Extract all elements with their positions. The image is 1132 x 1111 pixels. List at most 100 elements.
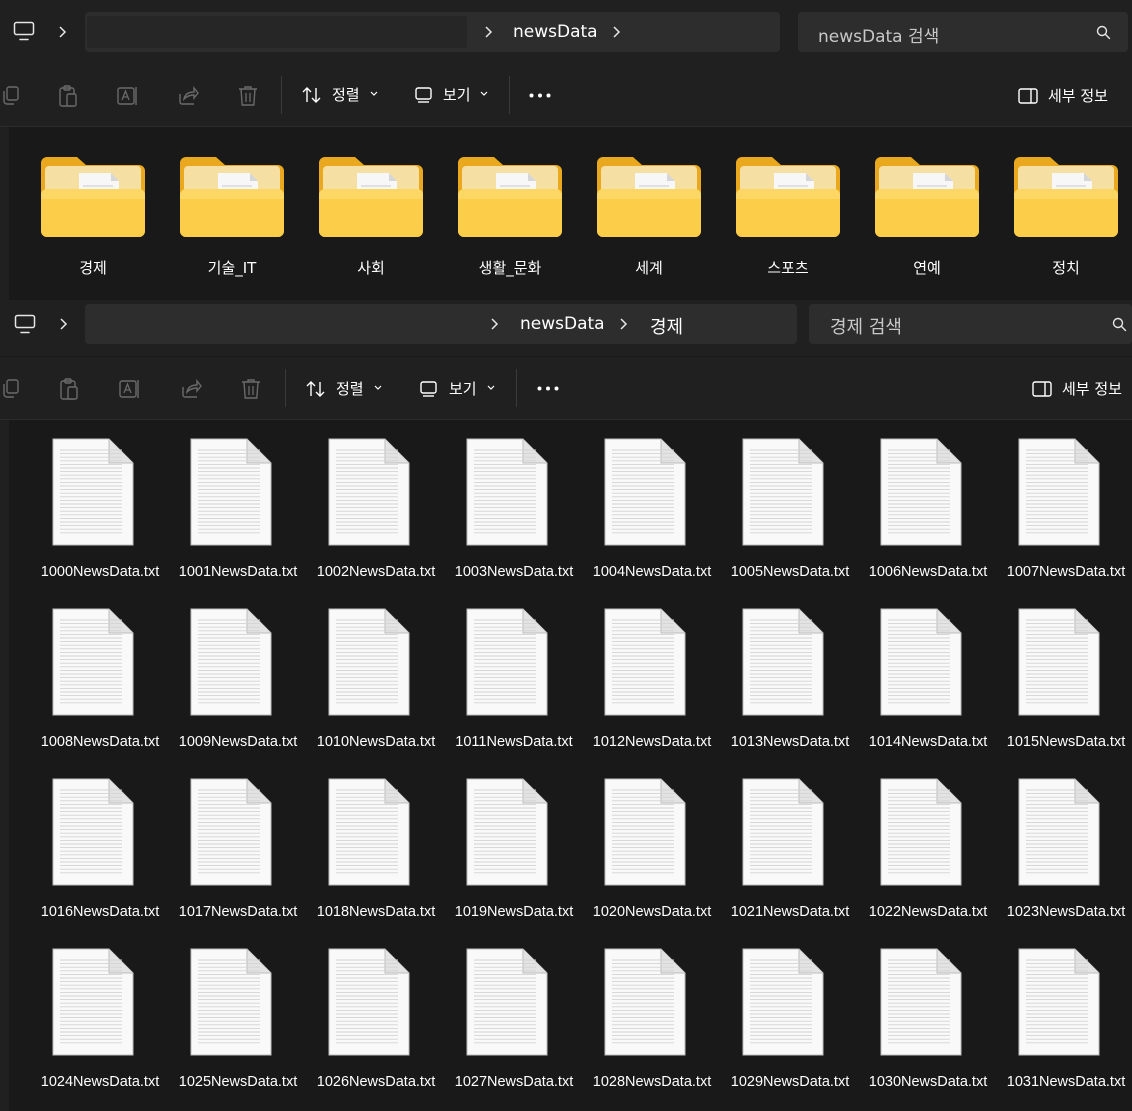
file-item[interactable]: 1021NewsData.txt [728, 778, 852, 946]
folder-item[interactable]: 기술_IT [167, 149, 297, 289]
file-item[interactable]: 1005NewsData.txt [728, 438, 852, 606]
search-input[interactable]: newsData 검색 [798, 12, 1128, 52]
sort-button[interactable]: 정렬 [300, 82, 390, 108]
folder-item[interactable]: 정치 [1001, 149, 1131, 289]
folder-label: 사회 [357, 259, 385, 277]
chevron-right-icon[interactable] [489, 318, 499, 330]
share-icon[interactable] [177, 86, 199, 106]
file-item[interactable]: 1002NewsData.txt [314, 438, 438, 606]
folder-item[interactable]: 세계 [584, 149, 714, 289]
text-file-icon [466, 778, 548, 886]
delete-icon[interactable] [241, 378, 261, 400]
chevron-right-icon[interactable] [483, 26, 493, 38]
sort-label: 정렬 [336, 380, 364, 398]
file-item[interactable]: 1019NewsData.txt [452, 778, 576, 946]
computer-icon[interactable] [13, 21, 35, 41]
file-name: 1026NewsData.txt [316, 1074, 436, 1090]
folder-label: 스포츠 [767, 259, 809, 277]
file-item[interactable]: 1031NewsData.txt [1004, 948, 1128, 1111]
paste-icon[interactable] [58, 84, 78, 108]
text-file-icon [604, 608, 686, 716]
folder-view: 경제 기술_IT 사회 생활_문화 세계 스포츠 연예 정치 [0, 127, 1132, 300]
more-icon[interactable] [537, 386, 559, 391]
folder-item[interactable]: 생활_문화 [445, 149, 575, 289]
search-icon[interactable] [1112, 317, 1127, 332]
file-item[interactable]: 1013NewsData.txt [728, 608, 852, 776]
file-item[interactable]: 1030NewsData.txt [866, 948, 990, 1111]
paste-icon[interactable] [59, 377, 79, 401]
more-icon[interactable] [529, 93, 551, 98]
rename-icon[interactable] [117, 85, 139, 107]
file-name: 1009NewsData.txt [178, 734, 298, 750]
file-item[interactable]: 1020NewsData.txt [590, 778, 714, 946]
text-file-icon [742, 438, 824, 546]
view-label: 보기 [443, 86, 471, 104]
file-item[interactable]: 1022NewsData.txt [866, 778, 990, 946]
copy-icon[interactable] [2, 86, 20, 106]
text-file-icon [52, 438, 134, 546]
file-item[interactable]: 1009NewsData.txt [176, 608, 300, 776]
address-field[interactable]: newsData 경제 [85, 304, 797, 344]
view-button[interactable]: 보기 [413, 82, 503, 108]
file-item[interactable]: 1014NewsData.txt [866, 608, 990, 776]
text-file-icon [1018, 778, 1100, 886]
delete-icon[interactable] [238, 85, 258, 107]
file-item[interactable]: 1018NewsData.txt [314, 778, 438, 946]
address-bar: newsData newsData 검색 [0, 0, 1132, 64]
breadcrumb-current[interactable]: 경제 [650, 313, 683, 339]
search-icon[interactable] [1096, 25, 1111, 40]
file-name: 1002NewsData.txt [316, 564, 436, 580]
folder-item[interactable]: 경제 [28, 149, 158, 289]
folder-icon [873, 153, 981, 239]
folder-item[interactable]: 연예 [862, 149, 992, 289]
computer-icon[interactable] [14, 314, 36, 334]
search-input[interactable]: 경제 검색 [809, 304, 1132, 344]
file-item[interactable]: 1007NewsData.txt [1004, 438, 1128, 606]
chevron-right-icon[interactable] [57, 26, 67, 38]
details-pane-button[interactable]: 세부 정보 [1030, 377, 1130, 401]
breadcrumb-hidden-segment[interactable] [87, 16, 467, 48]
file-name: 1017NewsData.txt [178, 904, 298, 920]
details-pane-icon [1018, 88, 1038, 104]
address-field[interactable]: newsData [85, 12, 780, 52]
chevron-right-icon[interactable] [618, 318, 628, 330]
file-item[interactable]: 1023NewsData.txt [1004, 778, 1128, 946]
view-button[interactable]: 보기 [419, 376, 509, 402]
breadcrumb-newsdata[interactable]: newsData [520, 314, 605, 334]
file-item[interactable]: 1008NewsData.txt [38, 608, 162, 776]
file-item[interactable]: 1004NewsData.txt [590, 438, 714, 606]
file-item[interactable]: 1012NewsData.txt [590, 608, 714, 776]
folder-icon [317, 153, 425, 239]
chevron-right-icon[interactable] [58, 318, 68, 330]
file-item[interactable]: 1015NewsData.txt [1004, 608, 1128, 776]
copy-icon[interactable] [2, 379, 20, 399]
navigation-pane-edge [0, 420, 9, 1111]
file-name: 1011NewsData.txt [455, 734, 573, 750]
text-file-icon [190, 778, 272, 886]
file-view: 1000NewsData.txt 1001NewsData.txt 1002News… [0, 420, 1132, 1111]
file-item[interactable]: 1017NewsData.txt [176, 778, 300, 946]
folder-item[interactable]: 스포츠 [723, 149, 853, 289]
toolbar-separator [281, 76, 282, 114]
file-item[interactable]: 1024NewsData.txt [38, 948, 162, 1111]
file-item[interactable]: 1016NewsData.txt [38, 778, 162, 946]
rename-icon[interactable] [119, 378, 141, 400]
file-item[interactable]: 1001NewsData.txt [176, 438, 300, 606]
share-icon[interactable] [180, 379, 202, 399]
file-item[interactable]: 1003NewsData.txt [452, 438, 576, 606]
file-item[interactable]: 1029NewsData.txt [728, 948, 852, 1111]
file-item[interactable]: 1011NewsData.txt [452, 608, 576, 776]
text-file-icon [880, 608, 962, 716]
file-item[interactable]: 1010NewsData.txt [314, 608, 438, 776]
file-item[interactable]: 1027NewsData.txt [452, 948, 576, 1111]
chevron-right-icon[interactable] [611, 26, 621, 38]
file-item[interactable]: 1000NewsData.txt [38, 438, 162, 606]
breadcrumb-newsdata[interactable]: newsData [513, 22, 598, 42]
file-item[interactable]: 1028NewsData.txt [590, 948, 714, 1111]
file-item[interactable]: 1026NewsData.txt [314, 948, 438, 1111]
folder-item[interactable]: 사회 [306, 149, 436, 289]
file-item[interactable]: 1006NewsData.txt [866, 438, 990, 606]
file-item[interactable]: 1025NewsData.txt [176, 948, 300, 1111]
sort-button[interactable]: 정렬 [305, 376, 395, 402]
details-pane-button[interactable]: 세부 정보 [1016, 84, 1126, 108]
